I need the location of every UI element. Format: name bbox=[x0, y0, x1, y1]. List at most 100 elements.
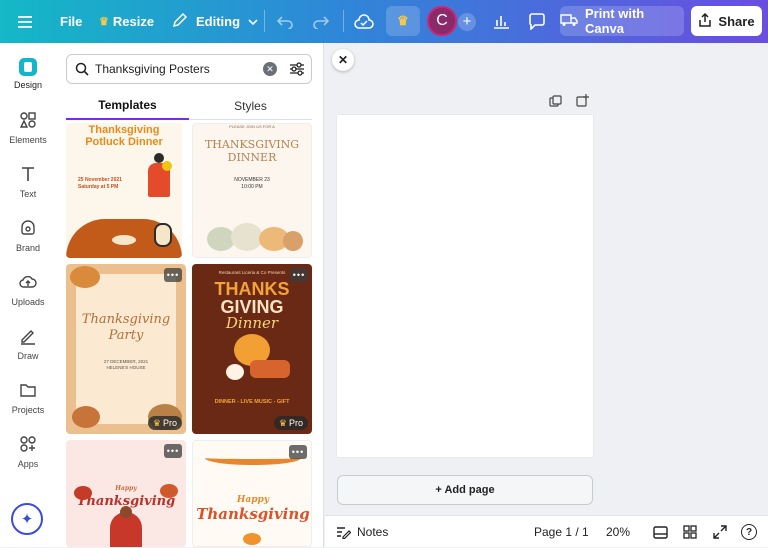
apps-grid-icon bbox=[19, 435, 37, 455]
template-title: THANKS GIVING bbox=[214, 279, 290, 317]
rail-item-elements[interactable]: Elements bbox=[0, 101, 56, 155]
rail-item-text[interactable]: Text bbox=[0, 155, 56, 209]
pages-view-icon[interactable] bbox=[653, 516, 668, 548]
template-date: 25 November 2021 bbox=[78, 177, 122, 183]
more-options-button[interactable]: ••• bbox=[289, 445, 307, 459]
help-icon[interactable]: ? bbox=[741, 516, 757, 548]
illustration-turkey-head bbox=[120, 506, 132, 518]
duplicate-page-icon[interactable] bbox=[549, 95, 562, 113]
template-thumbnail[interactable]: Thanksgiving Potluck Dinner 25 November 2… bbox=[66, 123, 182, 258]
zoom-level[interactable]: 20% bbox=[606, 516, 630, 548]
cloud-save-icon[interactable] bbox=[354, 0, 374, 43]
more-options-button[interactable]: ••• bbox=[290, 268, 308, 282]
rail-label: Draw bbox=[17, 351, 39, 361]
rail-item-apps[interactable]: Apps bbox=[0, 425, 56, 479]
tab-label: Styles bbox=[234, 99, 267, 113]
illustration-dish bbox=[112, 235, 136, 245]
print-label: Print with Canva bbox=[585, 6, 645, 36]
more-options-button[interactable]: ••• bbox=[164, 444, 182, 458]
zoom-label: 20% bbox=[606, 525, 631, 539]
tab-templates[interactable]: Templates bbox=[66, 92, 189, 120]
illustration-person bbox=[154, 223, 172, 247]
rail-label: Brand bbox=[15, 243, 41, 253]
editing-label: Editing bbox=[196, 14, 241, 29]
template-thumbnail[interactable]: Thanksgiving Party 27 DECEMBER, 2021 HELE… bbox=[66, 264, 186, 434]
filter-sliders-icon[interactable] bbox=[289, 62, 305, 76]
print-with-canva-button[interactable]: Print with Canva bbox=[560, 6, 684, 36]
template-time: 10:00 PM bbox=[241, 184, 263, 190]
leaf-decoration bbox=[72, 406, 100, 428]
brand-icon bbox=[19, 219, 37, 239]
illustration-figure bbox=[146, 153, 172, 203]
rail-item-design[interactable]: Design bbox=[0, 47, 56, 101]
crown-icon: ♛ bbox=[278, 417, 287, 428]
rail-label: Design bbox=[13, 80, 42, 90]
rail-label: Apps bbox=[17, 459, 39, 469]
design-page[interactable] bbox=[337, 115, 593, 457]
notes-icon bbox=[336, 526, 351, 539]
template-thumbnail[interactable]: Happy Thanksgiving ••• bbox=[66, 440, 186, 547]
share-button[interactable]: Share bbox=[691, 6, 762, 36]
rail-item-draw[interactable]: Draw bbox=[0, 317, 56, 371]
fullscreen-icon[interactable] bbox=[713, 516, 727, 548]
illustration-pumpkins bbox=[193, 219, 311, 257]
clear-search-icon[interactable]: ✕ bbox=[263, 62, 277, 76]
template-title: Happy Thanksgiving bbox=[196, 495, 310, 523]
page-indicator-label: Page 1 / 1 bbox=[534, 525, 589, 539]
undo-icon[interactable] bbox=[277, 0, 294, 43]
rail-label: Text bbox=[19, 189, 37, 199]
rail-label: Elements bbox=[9, 135, 47, 145]
page-indicator[interactable]: Page 1 / 1 bbox=[534, 516, 589, 548]
template-thumbnail[interactable]: Restaurant Liceria & Co Presents THANKS … bbox=[192, 264, 312, 434]
template-subtitle: Dinner bbox=[225, 314, 279, 332]
pro-label: Pro bbox=[162, 418, 177, 428]
notes-label: Notes bbox=[357, 525, 389, 539]
toolbar-divider bbox=[264, 10, 265, 32]
template-venue: HELENE'S HOUSE bbox=[106, 365, 146, 370]
leaf-decoration bbox=[70, 266, 100, 288]
rail-item-uploads[interactable]: Uploads bbox=[0, 263, 56, 317]
avatar[interactable]: C bbox=[427, 6, 457, 36]
resize-button[interactable]: ♛ Resize bbox=[99, 0, 154, 43]
search-input[interactable]: Thanksgiving Posters ✕ bbox=[66, 54, 312, 84]
add-page-icon[interactable] bbox=[576, 94, 589, 112]
template-thumbnail[interactable]: Happy Thanksgiving ••• bbox=[192, 440, 312, 547]
file-menu-button[interactable]: File bbox=[60, 0, 82, 43]
more-options-button[interactable]: ••• bbox=[164, 268, 182, 282]
notes-button[interactable]: Notes bbox=[336, 516, 388, 548]
templates-panel: Thanksgiving Posters ✕ Templates Styles … bbox=[56, 43, 324, 547]
add-collaborator-icon[interactable]: + bbox=[458, 0, 476, 43]
tab-label: Templates bbox=[98, 98, 157, 112]
template-tagline: DINNER - LIVE MUSIC - GIFT bbox=[214, 399, 290, 405]
leaf-garland bbox=[205, 451, 301, 465]
pro-label: Pro bbox=[288, 418, 303, 428]
redo-icon[interactable] bbox=[312, 0, 329, 43]
crown-icon: ♛ bbox=[152, 417, 161, 428]
share-upload-icon bbox=[698, 12, 712, 30]
menu-icon[interactable] bbox=[18, 0, 34, 43]
template-thumbnail[interactable]: PLEASE JOIN US FOR A THANKSGIVING DINNER … bbox=[192, 123, 312, 258]
comment-icon[interactable] bbox=[528, 0, 546, 43]
illustration-cream bbox=[226, 364, 244, 380]
template-time: Saturday at 5 PM bbox=[78, 184, 119, 190]
template-date: NOVEMBER 23 bbox=[234, 177, 270, 183]
rail-item-brand[interactable]: Brand bbox=[0, 209, 56, 263]
text-t-icon bbox=[19, 165, 37, 185]
template-date: 27 DECEMBER, 2021 bbox=[103, 359, 149, 364]
illustration-leaf bbox=[160, 484, 178, 498]
crown-icon: ♛ bbox=[99, 16, 109, 28]
add-page-button[interactable]: + Add page bbox=[337, 475, 593, 505]
rail-item-projects[interactable]: Projects bbox=[0, 371, 56, 425]
insights-chart-icon[interactable] bbox=[493, 0, 510, 43]
template-title: Thanksgiving Party bbox=[81, 312, 171, 343]
chevron-down-icon bbox=[248, 14, 258, 29]
file-label: File bbox=[60, 14, 83, 29]
grid-view-icon[interactable] bbox=[683, 516, 697, 548]
tab-styles[interactable]: Styles bbox=[189, 92, 312, 120]
close-panel-icon[interactable]: ✕ bbox=[332, 49, 354, 71]
draw-pen-icon bbox=[19, 327, 37, 347]
magic-sparkle-icon[interactable]: ✦ bbox=[11, 503, 43, 535]
search-query: Thanksgiving Posters bbox=[95, 62, 210, 76]
upgrade-crown-button[interactable]: ♛ bbox=[386, 6, 420, 36]
editing-mode-button[interactable]: Editing bbox=[172, 0, 258, 43]
